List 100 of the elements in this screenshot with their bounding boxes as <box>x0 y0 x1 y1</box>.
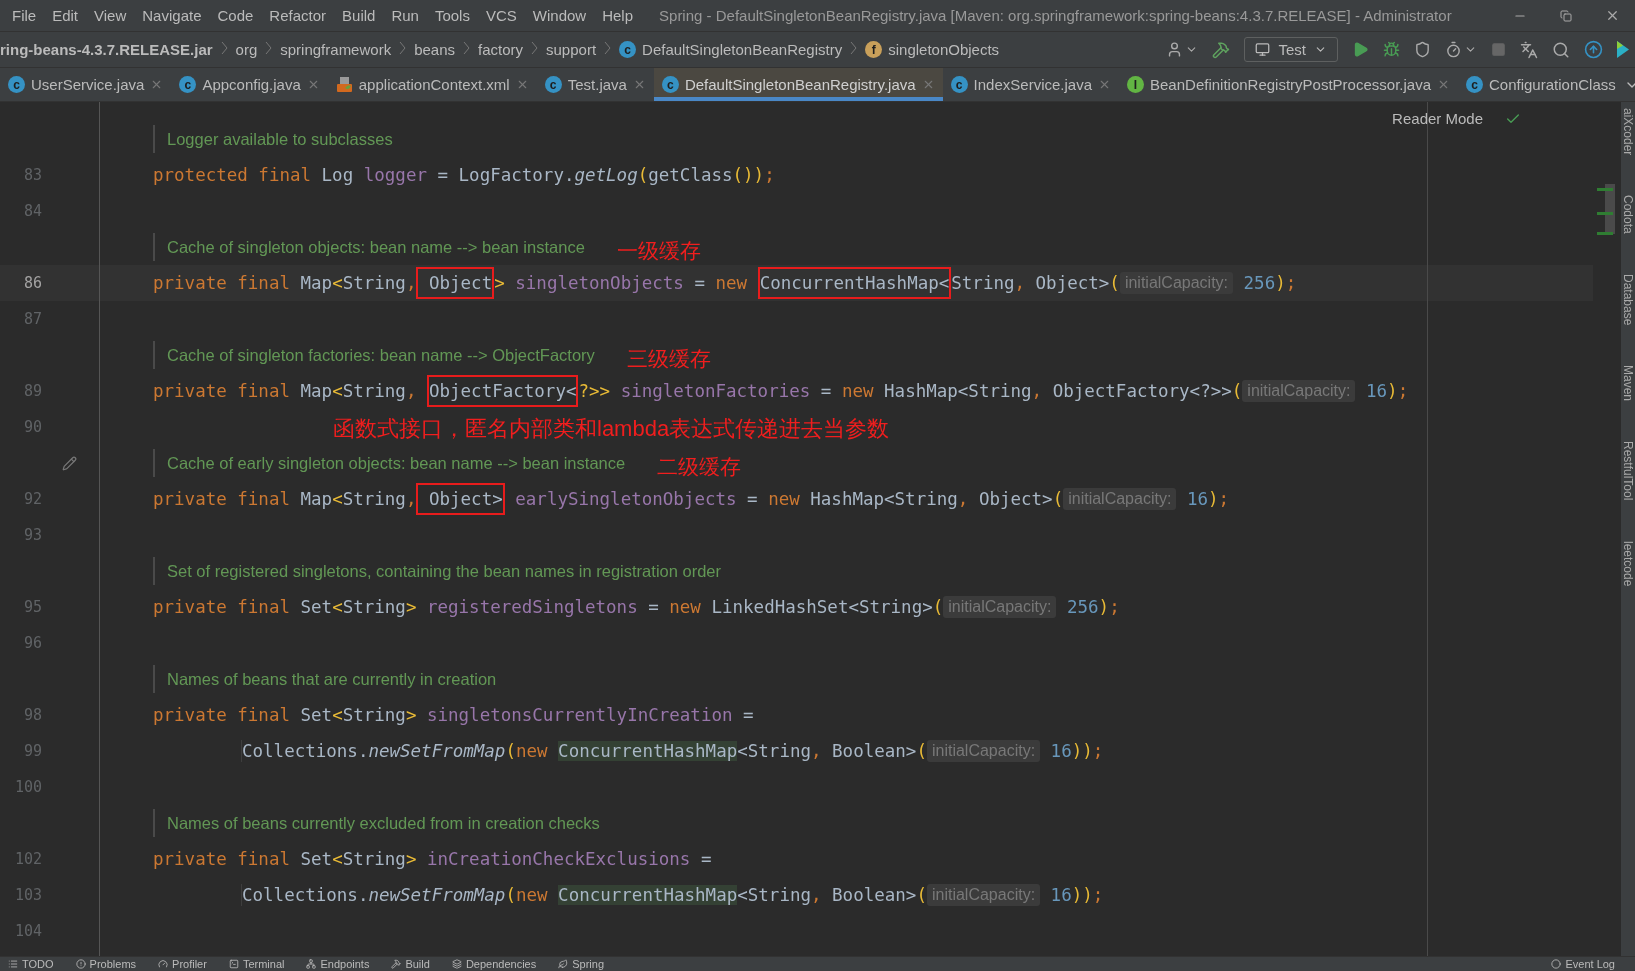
update-icon[interactable] <box>1584 40 1603 59</box>
menu-item[interactable]: VCS <box>477 7 525 24</box>
code-line: Collections.newSetFromMap(new ConcurrentHashMap<String, Boolean>( initialCapacity: 16)); <box>241 884 1104 906</box>
doc-comment: Cache of singleton factories: bean name --> ObjectFactory <box>153 341 595 369</box>
menu-item[interactable]: Edit <box>44 7 87 24</box>
menu-item[interactable]: View <box>86 7 135 24</box>
menu-item[interactable]: Run <box>383 7 427 24</box>
tool-window-icon <box>558 959 569 969</box>
pencil-icon[interactable] <box>62 455 77 471</box>
breadcrumb[interactable]: factory <box>478 41 524 58</box>
line-number: 89 <box>22 382 42 400</box>
tool-window-tab[interactable]: Profiler <box>158 958 207 970</box>
close-icon[interactable] <box>1437 78 1450 91</box>
translate-icon[interactable] <box>1520 40 1538 59</box>
tool-window-tab[interactable]: Database <box>1621 274 1635 326</box>
chevron-separator-icon <box>850 41 858 55</box>
editor-tab[interactable]: c DefaultSingletonBeanRegistry.java <box>653 68 943 101</box>
code-line: private final Map<String, ObjectFactory<?>> singletonFactories = new HashMap<String, ObjectFactory<?>>( initialCapacity: 16); <box>153 375 1409 407</box>
tool-window-icon <box>75 959 86 969</box>
tool-window-tab[interactable]: Maven <box>1621 365 1635 402</box>
tool-window-tab[interactable]: Spring <box>558 958 604 970</box>
menu-item[interactable]: Refactor <box>261 7 335 24</box>
code-line: private final Set<String> inCreationCheckExclusions = <box>153 849 712 869</box>
close-icon[interactable] <box>1098 78 1111 91</box>
line-number: 100 <box>13 778 42 796</box>
chevron-separator-icon <box>531 41 539 55</box>
window-title: Spring - DefaultSingletonBeanRegistry.java [Maven: org.springframework:spring-beans:4.3.7.RELEASE] - Administrator <box>659 7 1453 24</box>
annotation-note: 三级缓存 <box>626 346 711 372</box>
tool-window-tab[interactable]: leetcode <box>1621 540 1635 587</box>
reader-mode-link[interactable]: Reader Mode <box>1392 110 1483 127</box>
doc-comment: Cache of singleton objects: bean name --> bean instance <box>153 233 585 261</box>
chevron-separator-icon <box>399 41 407 55</box>
code-line: protected final Log logger = LogFactory.getLog(getClass()); <box>153 165 775 185</box>
line-number: 93 <box>22 526 42 544</box>
line-number: 104 <box>13 922 42 940</box>
plugin-logo-icon[interactable] <box>1617 40 1629 59</box>
breadcrumb[interactable]: singletonObjects <box>888 41 1000 58</box>
tool-window-tab[interactable]: Terminal <box>228 958 285 970</box>
breadcrumb[interactable]: org <box>235 41 258 58</box>
debug-icon[interactable] <box>1383 41 1400 58</box>
class-badge-icon: c <box>619 41 637 58</box>
breadcrumb[interactable]: springframework <box>280 41 392 58</box>
tool-window-tab[interactable]: Endpoints <box>306 958 370 970</box>
tool-window-icon <box>451 959 462 969</box>
class-badge-icon: c <box>950 76 968 93</box>
doc-comment: Names of beans currently excluded from in creation checks <box>153 809 600 837</box>
chevron-separator-icon <box>265 41 273 55</box>
xml-file-icon <box>335 76 353 93</box>
coverage-icon[interactable] <box>1414 41 1431 58</box>
stop-icon[interactable] <box>1491 42 1506 57</box>
change-marker[interactable] <box>1597 232 1613 235</box>
breadcrumb[interactable]: ring-beans-4.3.7.RELEASE.jar <box>0 41 213 58</box>
monitor-icon <box>1255 42 1271 57</box>
breadcrumb[interactable]: beans <box>414 41 455 58</box>
breadcrumb[interactable]: DefaultSingletonBeanRegistry <box>642 41 843 58</box>
class-badge-icon: f <box>865 41 883 58</box>
tool-window-tab[interactable]: Build <box>391 958 430 970</box>
change-marker[interactable] <box>1597 212 1613 215</box>
tool-window-icon <box>391 959 402 969</box>
line-number: 99 <box>22 742 42 760</box>
tool-window-tab[interactable]: Dependencies <box>451 958 537 970</box>
code-line: private final Map<String, Object> earlySingletonObjects = new HashMap<String, Object>( initialCapacity: 16); <box>153 483 1230 515</box>
run-icon[interactable] <box>1352 41 1369 58</box>
doc-comment: Cache of early singleton objects: bean name --> bean instance <box>153 449 626 477</box>
line-number: 96 <box>22 634 42 652</box>
run-config-dropdown[interactable]: Test <box>1244 37 1338 62</box>
tool-window-tab[interactable]: Codota <box>1621 195 1635 235</box>
hammer-icon[interactable] <box>1212 40 1231 59</box>
menu-item[interactable]: Help <box>594 7 642 24</box>
menu-item[interactable]: Code <box>209 7 262 24</box>
menu-item[interactable]: Navigate <box>134 7 210 24</box>
class-badge-icon: I <box>1127 76 1144 93</box>
chevron-separator-icon <box>604 41 612 55</box>
code-line: private final Set<String> singletonsCurrentlyInCreation = <box>153 705 754 725</box>
breadcrumb[interactable]: support <box>546 41 597 58</box>
line-number: 95 <box>22 598 42 616</box>
line-number: 83 <box>22 166 42 184</box>
line-number: 102 <box>13 850 42 868</box>
stopwatch-icon[interactable] <box>1445 41 1462 58</box>
tool-window-tab[interactable]: Problems <box>75 958 137 970</box>
class-badge-icon: c <box>544 76 562 93</box>
menu-item[interactable]: Window <box>524 7 595 24</box>
annotation-note: 二级缓存 <box>657 454 742 480</box>
line-number: 98 <box>22 706 42 724</box>
event-log-tab[interactable]: Event Log <box>1551 958 1635 970</box>
tool-window-tab[interactable]: TODO <box>8 958 54 970</box>
menu-item[interactable]: Build <box>334 7 384 24</box>
tool-window-tab[interactable]: RestfulTool <box>1621 441 1635 501</box>
code-line: Collections.newSetFromMap(new ConcurrentHashMap<String, Boolean>( initialCapacity: 16)); <box>241 740 1104 762</box>
tool-window-tab[interactable]: aiXcoder <box>1621 108 1635 156</box>
tool-window-icon <box>228 959 239 969</box>
tool-window-icon <box>8 959 18 969</box>
line-number: 84 <box>22 202 42 220</box>
menu-item[interactable]: File <box>4 7 45 24</box>
menu-item[interactable]: Tools <box>426 7 478 24</box>
doc-comment: Logger available to subclasses <box>153 125 393 153</box>
search-icon[interactable] <box>1552 40 1570 59</box>
code-line: private final Set<String> registeredSingletons = new LinkedHashSet<String>( initialCapacity: 256); <box>153 596 1120 618</box>
change-marker[interactable] <box>1597 188 1613 191</box>
class-badge-icon: c <box>1466 76 1483 93</box>
